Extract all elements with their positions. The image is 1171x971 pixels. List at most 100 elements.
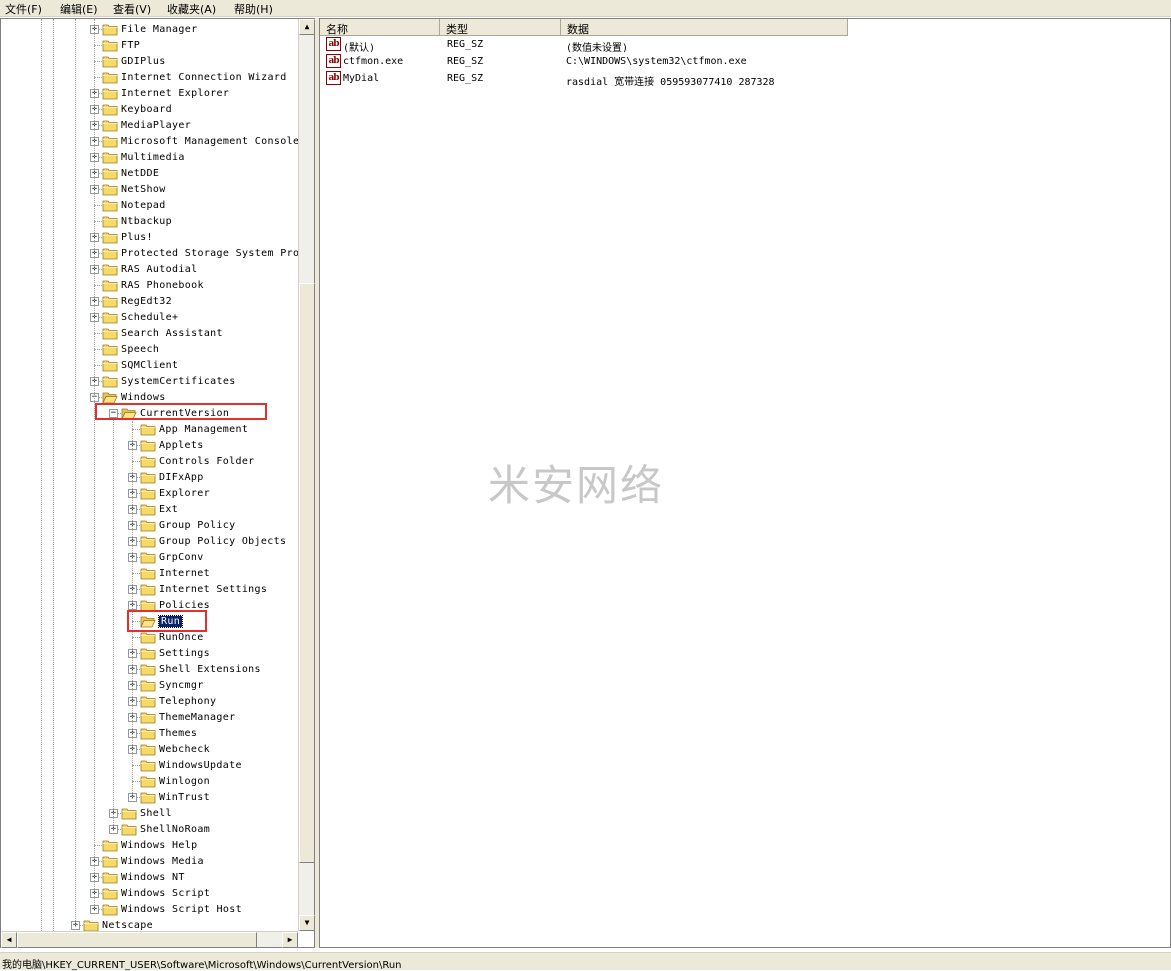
column-header-data[interactable]: 数据 — [561, 19, 848, 36]
tree-node[interactable]: + Windows Media — [1, 853, 298, 869]
tree-vertical-scrollbar[interactable]: ▲ ▼ — [298, 19, 315, 931]
tree-node-label[interactable]: Controls Folder — [159, 456, 255, 467]
tree-node[interactable]: + Telephony — [1, 693, 298, 709]
tree-node[interactable]: + Applets — [1, 437, 298, 453]
tree-node[interactable]: + Ext — [1, 501, 298, 517]
tree-node[interactable]: + Settings — [1, 645, 298, 661]
tree-node-label[interactable]: Group Policy Objects — [159, 536, 286, 547]
menu-help[interactable]: 帮助(H) — [231, 1, 276, 17]
value-row[interactable]: ab ctfmon.exe REG_SZ C:\WINDOWS\system32\ct… — [320, 53, 1170, 70]
tree-node[interactable]: WindowsUpdate — [1, 757, 298, 773]
tree-node[interactable]: Windows Help — [1, 837, 298, 853]
tree-node-label[interactable]: Microsoft Management Console — [121, 136, 298, 147]
menu-view[interactable]: 查看(V) — [110, 1, 154, 17]
tree-node[interactable]: + Keyboard — [1, 101, 298, 117]
tree-node-label[interactable]: Windows Script Host — [121, 904, 242, 915]
scroll-right-button[interactable]: ▶ — [282, 932, 298, 948]
tree-node-label[interactable]: Group Policy — [159, 520, 235, 531]
tree-node[interactable]: FTP — [1, 37, 298, 53]
value-row[interactable]: ab MyDial REG_SZ rasdial 宽带连接 059593077410 … — [320, 70, 1170, 88]
tree-node[interactable]: + RegEdt32 — [1, 293, 298, 309]
tree-node-label[interactable]: Webcheck — [159, 744, 210, 755]
tree-node[interactable]: + NetShow — [1, 181, 298, 197]
tree-node[interactable]: Internet Connection Wizard — [1, 69, 298, 85]
tree-node[interactable]: + Internet Settings — [1, 581, 298, 597]
tree-node-label[interactable]: Winlogon — [159, 776, 210, 787]
tree-node[interactable]: + ShellNoRoam — [1, 821, 298, 837]
tree-node[interactable]: + Syncmgr — [1, 677, 298, 693]
tree-node-label[interactable]: Ext — [159, 504, 178, 515]
tree-node-label[interactable]: Speech — [121, 344, 159, 355]
tree-node-label[interactable]: NetShow — [121, 184, 166, 195]
tree-node-label[interactable]: Windows NT — [121, 872, 185, 883]
scroll-down-button[interactable]: ▼ — [299, 915, 315, 931]
scroll-thumb[interactable] — [299, 283, 315, 863]
tree-node-label[interactable]: Windows Help — [121, 840, 197, 851]
tree-node-label[interactable]: Protected Storage System Prov: — [121, 248, 298, 259]
tree-node[interactable]: + Windows Script Host — [1, 901, 298, 917]
tree-node[interactable]: + SystemCertificates — [1, 373, 298, 389]
tree-node[interactable]: + Netscape — [1, 917, 298, 931]
tree-node[interactable]: + DIFxApp — [1, 469, 298, 485]
tree-node-label[interactable]: Explorer — [159, 488, 210, 499]
tree-node[interactable]: App Management — [1, 421, 298, 437]
tree-node[interactable]: Search Assistant — [1, 325, 298, 341]
tree-node[interactable]: Ntbackup — [1, 213, 298, 229]
tree-node-label[interactable]: Telephony — [159, 696, 216, 707]
tree-node[interactable]: Winlogon — [1, 773, 298, 789]
tree-node[interactable]: + Multimedia — [1, 149, 298, 165]
tree-node-label[interactable]: GDIPlus — [121, 56, 166, 67]
tree-node[interactable]: Controls Folder — [1, 453, 298, 469]
value-row[interactable]: ab (默认) REG_SZ (数值未设置) — [320, 36, 1170, 54]
tree-node[interactable]: + Shell — [1, 805, 298, 821]
tree-node-label[interactable]: ShellNoRoam — [140, 824, 210, 835]
tree-node[interactable]: Notepad — [1, 197, 298, 213]
tree-node-label[interactable]: Keyboard — [121, 104, 172, 115]
tree-node[interactable]: + GrpConv — [1, 549, 298, 565]
tree-node[interactable]: SQMClient — [1, 357, 298, 373]
tree-node[interactable]: Internet — [1, 565, 298, 581]
tree-node-label[interactable]: RAS Phonebook — [121, 280, 204, 291]
tree-node-label[interactable]: SystemCertificates — [121, 376, 236, 387]
tree-node-label[interactable]: Syncmgr — [159, 680, 204, 691]
tree-node-label[interactable]: Windows — [121, 392, 166, 403]
tree-node[interactable]: + Windows NT — [1, 869, 298, 885]
tree-node-label[interactable]: File Manager — [121, 24, 197, 35]
tree-node-label[interactable]: Internet Explorer — [121, 88, 229, 99]
tree-node[interactable]: + Explorer — [1, 485, 298, 501]
tree-node[interactable]: + Group Policy Objects — [1, 533, 298, 549]
scroll-thumb[interactable] — [17, 932, 257, 948]
tree-node[interactable]: Speech — [1, 341, 298, 357]
menu-file[interactable]: 文件(F) — [2, 1, 45, 17]
tree-node-label[interactable]: Applets — [159, 440, 204, 451]
tree-node[interactable]: + Schedule+ — [1, 309, 298, 325]
tree-node[interactable]: + File Manager — [1, 21, 298, 37]
tree-node[interactable]: RAS Phonebook — [1, 277, 298, 293]
tree-node-label[interactable]: SQMClient — [121, 360, 178, 371]
tree-node-label[interactable]: App Management — [159, 424, 248, 435]
tree-node-label[interactable]: Shell Extensions — [159, 664, 261, 675]
column-header-name[interactable]: 名称 — [320, 19, 440, 36]
tree-node-label[interactable]: Netscape — [102, 920, 153, 931]
tree-node[interactable]: + Protected Storage System Prov: — [1, 245, 298, 261]
tree-node-label[interactable]: Internet Settings — [159, 584, 267, 595]
tree-node-label[interactable]: Schedule+ — [121, 312, 178, 323]
tree-node[interactable]: GDIPlus — [1, 53, 298, 69]
tree-node[interactable]: + Microsoft Management Console — [1, 133, 298, 149]
tree-node-label[interactable]: Shell — [140, 808, 172, 819]
tree-node-label[interactable]: ThemeManager — [159, 712, 235, 723]
tree-node[interactable]: + RAS Autodial — [1, 261, 298, 277]
menu-favorites[interactable]: 收藏夹(A) — [164, 1, 219, 17]
tree-node[interactable]: + Webcheck — [1, 741, 298, 757]
tree-node-label[interactable]: DIFxApp — [159, 472, 204, 483]
column-header-type[interactable]: 类型 — [440, 19, 561, 36]
tree-node-label[interactable]: Settings — [159, 648, 210, 659]
tree-node-label[interactable]: WinTrust — [159, 792, 210, 803]
scroll-left-button[interactable]: ◀ — [1, 932, 17, 948]
tree-node-label[interactable]: Plus! — [121, 232, 153, 243]
tree-node[interactable]: + Themes — [1, 725, 298, 741]
tree-node-label[interactable]: Search Assistant — [121, 328, 223, 339]
tree-node-label[interactable]: Themes — [159, 728, 197, 739]
tree-node[interactable]: + Internet Explorer — [1, 85, 298, 101]
tree-node-label[interactable]: WindowsUpdate — [159, 760, 242, 771]
